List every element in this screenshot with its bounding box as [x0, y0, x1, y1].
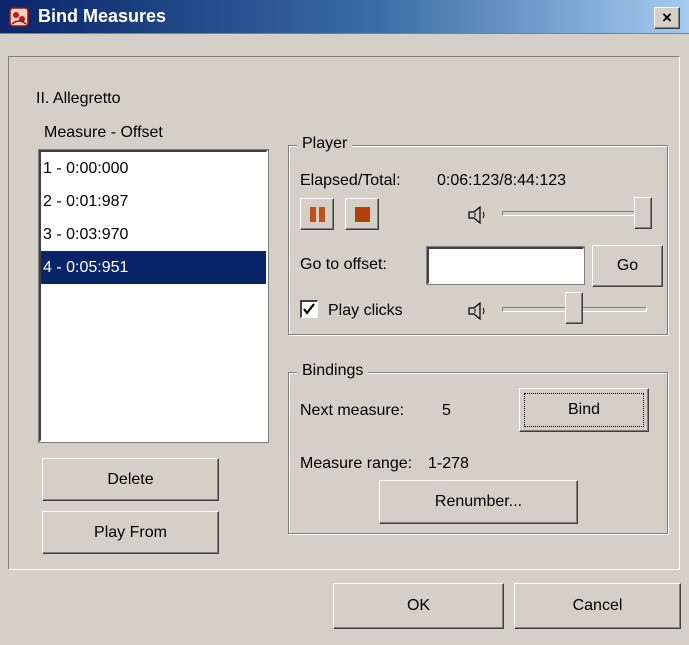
go-to-offset-label: Go to offset:	[300, 256, 387, 273]
app-icon	[9, 7, 29, 27]
list-item-selected[interactable]: 4 - 0:05:951	[41, 251, 266, 284]
player-group-title: Player	[297, 135, 353, 153]
play-clicks-label: Play clicks	[328, 302, 403, 319]
list-item[interactable]: 2 - 0:01:987	[41, 185, 266, 218]
delete-button[interactable]: Delete	[42, 458, 219, 501]
ok-button[interactable]: OK	[333, 583, 504, 629]
next-measure-value: 5	[442, 402, 451, 419]
measure-range-value: 1-278	[428, 455, 469, 472]
focus-ring	[524, 393, 644, 427]
volume-slider-thumb[interactable]	[634, 197, 652, 229]
elapsed-value: 0:06:123/8:44:123	[437, 172, 567, 189]
next-measure-label: Next measure:	[300, 402, 405, 419]
cancel-button[interactable]: Cancel	[514, 583, 681, 629]
clicks-speaker-icon	[468, 301, 485, 321]
bind-button[interactable]: Bind	[519, 388, 649, 432]
volume-slider-track[interactable]	[502, 211, 652, 216]
measure-list[interactable]: 1 - 0:00:000 2 - 0:01:987 3 - 0:03:970 4…	[39, 150, 268, 442]
checkmark-icon	[303, 303, 315, 315]
measure-list-label: Measure - Offset	[44, 124, 163, 141]
renumber-button[interactable]: Renumber...	[379, 480, 578, 524]
clicks-slider-thumb[interactable]	[565, 292, 583, 324]
stop-button[interactable]	[345, 198, 379, 230]
elapsed-label: Elapsed/Total:	[300, 172, 401, 189]
window-title: Bind Measures	[38, 6, 167, 26]
go-button[interactable]: Go	[592, 245, 663, 287]
list-item[interactable]: 3 - 0:03:970	[41, 218, 266, 251]
stop-icon	[355, 207, 370, 222]
close-button[interactable]: ×	[654, 7, 680, 29]
play-from-button[interactable]: Play From	[42, 511, 219, 554]
movement-title: II. Allegretto	[36, 90, 121, 107]
volume-speaker-icon	[468, 205, 485, 225]
play-clicks-checkbox[interactable]	[300, 300, 318, 318]
title-bar: Bind Measures ×	[0, 0, 689, 34]
bindings-group-title: Bindings	[297, 362, 369, 380]
close-icon: ×	[662, 8, 672, 27]
list-item[interactable]: 1 - 0:00:000	[41, 152, 266, 185]
offset-input[interactable]	[427, 247, 584, 284]
measure-range-label: Measure range:	[300, 455, 413, 472]
pause-button[interactable]	[300, 198, 334, 230]
